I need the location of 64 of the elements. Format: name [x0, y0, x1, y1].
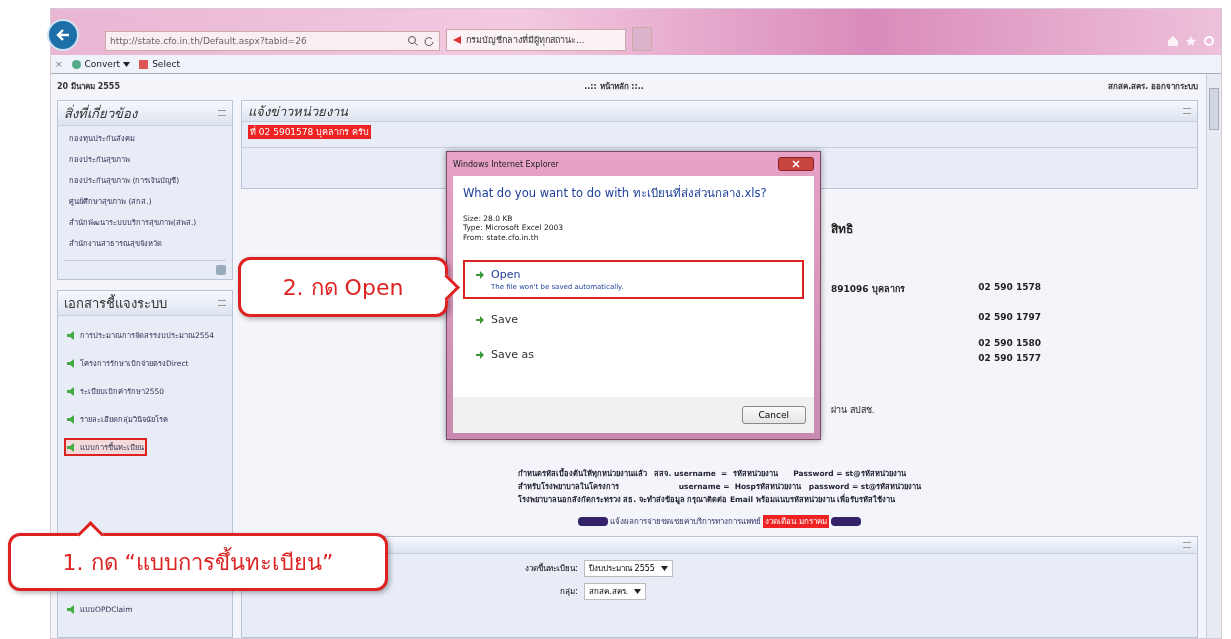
speaker-icon — [67, 414, 77, 424]
caret-icon — [123, 61, 131, 67]
speaker-icon — [67, 358, 77, 368]
dialog-option[interactable]: Save as — [463, 340, 804, 370]
panel-title: สิ่งที่เกี่ยวข้อง — [64, 103, 137, 123]
back-arrow-icon — [56, 29, 70, 41]
search-icon — [407, 35, 419, 47]
speaker-icon — [67, 386, 77, 396]
dropdown[interactable]: สกสค.สคร. — [584, 583, 647, 600]
news-ticker: ที่ 02 5901578 บุคลากร ครับ — [248, 125, 371, 139]
star-icon — [1185, 35, 1197, 47]
arrow-icon — [475, 315, 485, 326]
close-button[interactable] — [778, 157, 814, 171]
caret-icon — [660, 566, 668, 571]
banner-icon — [578, 517, 609, 526]
page-icon — [452, 35, 462, 45]
phone-number: 02 590 1578 — [978, 282, 1041, 294]
phone-number: 02 590 1577 — [978, 353, 1041, 363]
convert-button[interactable]: Convert — [70, 58, 131, 70]
phone-number: 02 590 1580 — [978, 338, 1041, 348]
contact-heading: สิทธิ — [831, 221, 853, 238]
collapse-button[interactable] — [1183, 108, 1191, 114]
banner-icon — [830, 517, 861, 526]
speaker-icon — [67, 604, 77, 614]
dialog-title: Windows Internet Explorer — [453, 159, 559, 169]
home-icon — [1167, 35, 1179, 47]
address-bar[interactable]: http://state.cfo.in.th/Default.aspx?tabid=26 — [105, 31, 440, 51]
field-label: กลุ่ม: — [559, 586, 578, 598]
contact-note: ผ่าน สปสช. — [831, 404, 875, 417]
dialog-option[interactable]: Save — [463, 305, 804, 335]
panel-title: เอกสารชี้แจงระบบ — [64, 293, 167, 313]
collapse-button[interactable] — [218, 110, 226, 116]
collapse-button[interactable] — [218, 300, 226, 306]
payment-link[interactable]: แจ้งผลการจ่ายชดเชยค่าบริการทางการแพทย์ — [610, 515, 762, 528]
callout-text: 1. กด “แบบการขึ้นทะเบียน” — [62, 546, 334, 577]
field-label: งวดขึ้นทะเบียน: — [524, 562, 578, 575]
logout-link[interactable]: สกสค.สคร. ออกจากระบบ — [1108, 79, 1198, 93]
refresh-icon — [423, 35, 435, 47]
arrow-icon — [475, 350, 485, 361]
callout-text: 2. กด Open — [282, 273, 404, 302]
url-text: http://state.cfo.in.th/Default.aspx?tabid=26 — [110, 36, 308, 46]
speaker-icon — [67, 330, 77, 340]
payment-period: งวดเดือน มกราคม — [763, 515, 829, 528]
page-title: ..:: หน้าหลัก ::.. — [584, 80, 644, 93]
date-text: 20 มีนาคม 2555 — [57, 80, 120, 93]
cancel-button[interactable]: Cancel — [741, 406, 806, 424]
select-button[interactable]: Select — [138, 58, 180, 70]
arrow-icon — [475, 270, 485, 281]
tab-title: กรมบัญชีกลางที่มีผู้ทุกสถานะ... — [466, 33, 585, 47]
collapse-button[interactable] — [1183, 542, 1191, 548]
panel-title: แจ้งข่าวหน่วยงาน — [248, 102, 348, 121]
close-button[interactable]: × — [55, 59, 63, 69]
scrollbar-thumb[interactable] — [1209, 88, 1219, 130]
settings-icon — [1203, 35, 1215, 47]
speaker-icon — [67, 442, 77, 452]
dropdown[interactable]: ปีงบประมาณ 2555 — [584, 560, 673, 577]
close-icon — [792, 160, 800, 168]
scrollbar[interactable] — [1206, 74, 1221, 638]
dialog-question: What do you want to do with ทะเบียนที่ส่งส่วนกลาง.xls? — [463, 184, 768, 202]
back-button[interactable] — [47, 19, 79, 51]
browser-tab[interactable]: กรมบัญชีกลางที่มีผู้ทุกสถานะ... — [446, 29, 626, 51]
caret-icon — [634, 589, 642, 594]
phone-number: 02 590 1797 — [978, 312, 1041, 322]
contact-label: 891096 บุคลากร — [831, 283, 905, 296]
